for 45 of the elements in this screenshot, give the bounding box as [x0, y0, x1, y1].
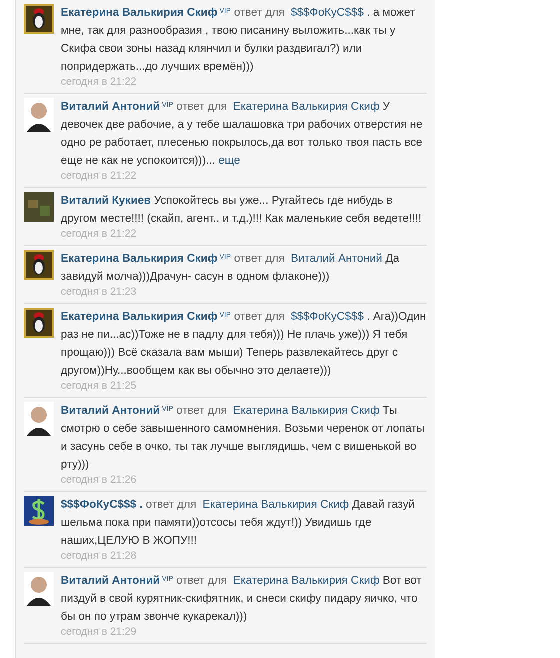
comment-text: Екатерина Валькирия Скиф $^{VIP}$ ответ для $$$ФоКуС$$$ . Ага))Один раз не пи...ас))Тоже не в падлу для тебя))) Не плачь уже))) Я тебя прощаю))) Всё сказала вам мыши) Теперь развлекайтесь друг с другом))Ну...вообщем как вы обычно это делаете)))	[61, 310, 427, 379]
comment-text: Виталий Антоний $^{VIP}$ ответ для Екатерина Валькирия Скиф Вот вот пиздуй в свой курятник-скифятник, и снеси скифу пидару яичко, что бы он по утрам звонче кукарекал)))	[61, 574, 423, 625]
reply-to-link[interactable]: Екатерина Валькирия Скиф	[233, 575, 380, 587]
avatar-picture[interactable]	[24, 250, 54, 280]
dollar-picture[interactable]	[24, 496, 54, 526]
comment-time: сегодня в 21:23	[61, 286, 138, 299]
comment-text: Екатерина Валькирия Скиф $^{VIP}$ ответ для Виталий Антоний Да завидуй молча)))Драчун- сасун в одном флаконе)))	[61, 252, 401, 285]
reply-to-link[interactable]: Виталий Антоний	[290, 253, 382, 265]
avatar-picture[interactable]	[24, 308, 54, 338]
comment-time: сегодня в 21:28	[61, 550, 138, 563]
author-link[interactable]: Екатерина Валькирия Скиф	[61, 7, 218, 19]
comment-time: сегодня в 21:26	[61, 474, 138, 487]
comment-time: сегодня в 21:29	[61, 626, 138, 639]
comment-time: сегодня в 21:22	[61, 228, 138, 241]
vip-label: VIP	[162, 576, 174, 582]
comment-time: сегодня в 21:22	[61, 170, 138, 183]
comment-time: сегодня в 21:25	[61, 380, 138, 393]
comment-text: Виталий Кукиев Успокойтесь вы уже... Ругайтесь где нибудь в другом месте!!!! (скайп, агент.. и т.д.)!!! Как маленькие себя ведете!!!!	[61, 194, 423, 227]
vip-label: VIP	[220, 8, 232, 14]
author-link[interactable]: $$$ФоКуС$$$ .	[61, 499, 143, 511]
vip-label: VIP	[162, 102, 174, 108]
avatar-silhouette[interactable]	[24, 402, 54, 436]
vip-label: VIP	[220, 312, 232, 318]
comment-text: Виталий Антоний $^{VIP}$ ответ для Екатерина Валькирия Скиф Ты смотрю о себе завышенного самомнения. Возьми черенок от лопаты и засунь себе в очко, ты так лучше выглядишь, чем с вишенькой во рту)))	[61, 404, 426, 473]
comment-time: сегодня в 21:22	[61, 76, 138, 89]
vip-label: VIP	[220, 254, 232, 260]
author-link[interactable]: Виталий Антоний	[61, 405, 160, 417]
author-link[interactable]: Виталий Кукиев	[61, 195, 152, 207]
reply-to-link[interactable]: Екатерина Валькирия Скиф	[202, 499, 350, 511]
author-link[interactable]: Екатерина Валькирия Скиф	[61, 253, 218, 265]
more-link[interactable]: еще	[218, 155, 240, 167]
avatar-silhouette[interactable]	[24, 98, 54, 132]
author-link[interactable]: Екатерина Валькирия Скиф	[61, 311, 218, 323]
avatar-silhouette[interactable]	[24, 572, 54, 606]
author-link[interactable]: Виталий Антоний	[61, 575, 160, 587]
vip-label: VIP	[162, 406, 174, 412]
reply-to-link[interactable]: $$$ФоКуС$$$	[290, 311, 364, 323]
reply-to-link[interactable]: $$$ФоКуС$$$	[290, 7, 364, 19]
comment-text: Екатерина Валькирия Скиф $^{VIP}$ ответ для $$$ФоКуС$$$ . а может мне, так для разнообразия , твою писанину выложить...как ты у Скифа свои зоны назад клянчил и булки раздвигал?) или попридержать...до лучших времён)))	[61, 6, 416, 75]
reply-to-link[interactable]: Екатерина Валькирия Скиф	[233, 101, 380, 113]
reply-to-link[interactable]: Екатерина Валькирия Скиф	[233, 405, 380, 417]
avatar-picture[interactable]	[24, 4, 54, 34]
author-link[interactable]: Виталий Антоний	[61, 101, 160, 113]
comment-text: Виталий Антоний $^{VIP}$ ответ для Екатерина Валькирия Скиф У девочек две рабочие, а у тебе шалашовка три рабочих отверстия не одно ре работает, плесенью покрылось,да вот только твоя пасть все еще не как не успокоится)))... еще	[61, 100, 424, 169]
comment-text: $$$ФоКуС$$$ . ответ для Екатерина Валькирия Скиф Давай газуй шельма пока при памяти))отсосы тебя ждут!)) Увидишь где наших,ЦЕЛУЮ В ЖОПУ!!!	[61, 498, 416, 549]
